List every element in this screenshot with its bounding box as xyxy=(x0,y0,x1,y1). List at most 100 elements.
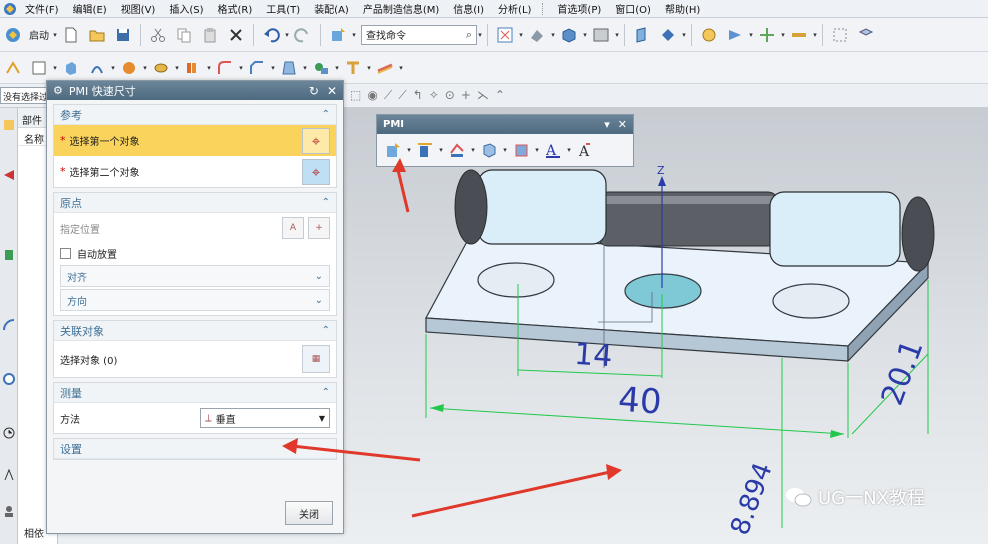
show-hide-icon[interactable] xyxy=(657,24,679,46)
view-orient-dropdown[interactable]: ▾ xyxy=(582,24,588,46)
hole-icon[interactable] xyxy=(150,57,172,79)
origin-section-header[interactable]: 原点 ⌃ xyxy=(54,193,336,213)
snap-view-dropdown[interactable]: ▾ xyxy=(748,24,754,46)
revolve-dropdown[interactable]: ▾ xyxy=(110,57,116,79)
reset-icon[interactable]: ↻ xyxy=(309,84,319,98)
menu-window[interactable]: 窗口(O) xyxy=(608,1,658,16)
measurement-section-header[interactable]: 测量 ⌃ xyxy=(54,383,336,403)
datum-dropdown[interactable]: ▾ xyxy=(52,57,58,79)
hinge-knuckle-right[interactable] xyxy=(769,191,901,267)
snap-quadrant-icon[interactable]: + xyxy=(461,88,471,103)
select-all-icon[interactable]: ◉ xyxy=(367,88,377,103)
assembly-navigator-tab-icon[interactable] xyxy=(2,118,16,132)
extrude-icon[interactable] xyxy=(60,57,82,79)
analysis-icon[interactable] xyxy=(698,24,720,46)
trim-dropdown[interactable]: ▾ xyxy=(366,57,372,79)
start-dropdown[interactable]: ▾ xyxy=(52,24,58,46)
chevron-down-icon[interactable]: ⌄ xyxy=(322,443,330,454)
pmi-linear-dropdown[interactable]: ▾ xyxy=(438,139,444,161)
menu-file[interactable]: 文件(F) xyxy=(18,1,66,16)
pin-end-right[interactable] xyxy=(901,196,935,272)
dim-8-894-text[interactable]: 8.894 xyxy=(725,459,779,539)
menu-pmi[interactable]: 产品制造信息(M) xyxy=(356,1,446,16)
show-hide-dropdown[interactable]: ▾ xyxy=(681,24,687,46)
menu-edit[interactable]: 编辑(E) xyxy=(66,1,114,16)
start-icon[interactable] xyxy=(2,24,24,46)
snap-intersection-icon[interactable]: ✧ xyxy=(429,88,439,103)
pmi-note-icon[interactable]: A xyxy=(542,139,564,161)
delete-icon[interactable] xyxy=(225,24,247,46)
chevron-down-icon[interactable]: ⌄ xyxy=(315,295,323,306)
sketch-icon[interactable] xyxy=(2,57,24,79)
hole-dropdown[interactable]: ▾ xyxy=(174,57,180,79)
dim-14-text[interactable]: 14 xyxy=(573,337,614,375)
select-objects-row[interactable]: 选择对象 (0) ▦ xyxy=(54,341,336,377)
auto-place-row[interactable]: 自动放置 xyxy=(54,243,336,263)
edge-blend-icon[interactable] xyxy=(214,57,236,79)
menu-analysis[interactable]: 分析(L) xyxy=(491,1,538,16)
pmi-datum-dropdown[interactable]: ▾ xyxy=(502,139,508,161)
datum-plane-icon[interactable] xyxy=(28,57,50,79)
menu-format[interactable]: 格式(R) xyxy=(211,1,260,16)
pmi-note-dropdown[interactable]: ▾ xyxy=(566,139,572,161)
hinge-knuckle-left[interactable] xyxy=(477,169,607,245)
snap-midpoint-icon[interactable]: ⟋ xyxy=(398,88,406,103)
select-first-object-row[interactable]: * 选择第一个对象 ⌖ xyxy=(54,125,336,156)
chevron-up-icon[interactable]: ⌃ xyxy=(322,197,330,208)
chevron-up-icon[interactable]: ⌃ xyxy=(322,109,330,120)
snap-tangent-icon[interactable]: ↰ xyxy=(413,88,423,103)
specify-location-row[interactable]: 指定位置 A + xyxy=(54,213,336,243)
part-navigator-tab-icon[interactable] xyxy=(2,248,16,262)
pmi-toolbar-options-icon[interactable]: ▾ xyxy=(604,118,610,131)
fit-view-icon[interactable] xyxy=(494,24,516,46)
pin-end-left[interactable] xyxy=(454,169,488,245)
save-icon[interactable] xyxy=(112,24,134,46)
start-label[interactable]: 启动 xyxy=(29,27,49,42)
menu-assemblies[interactable]: 装配(A) xyxy=(307,1,356,16)
pmi-dimension-dropdown[interactable]: ▾ xyxy=(406,139,412,161)
snap-existing-icon[interactable]: ⌃ xyxy=(495,88,505,103)
constraint-navigator-tab-icon[interactable] xyxy=(2,168,16,182)
edge-blend-dropdown[interactable]: ▾ xyxy=(238,57,244,79)
redo-icon[interactable] xyxy=(292,24,314,46)
layer-settings-icon[interactable] xyxy=(855,24,877,46)
search-dropdown[interactable]: ▾ xyxy=(477,24,483,46)
pmi-surface-finish-icon[interactable] xyxy=(510,139,532,161)
snap-view-icon[interactable] xyxy=(724,24,746,46)
origin-tool-icon[interactable]: A xyxy=(282,217,304,239)
revolve-icon[interactable] xyxy=(86,57,108,79)
select-region-icon[interactable]: ⬚ xyxy=(350,88,361,103)
new-file-icon[interactable] xyxy=(60,24,82,46)
associated-objects-header[interactable]: 关联对象 ⌃ xyxy=(54,321,336,341)
cut-icon[interactable] xyxy=(147,24,169,46)
background-icon[interactable] xyxy=(590,24,612,46)
chamfer-dropdown[interactable]: ▾ xyxy=(270,57,276,79)
feature-more-icon[interactable] xyxy=(374,57,396,79)
render-style-dropdown[interactable]: ▾ xyxy=(550,24,556,46)
pmi-linear-dimension-icon[interactable] xyxy=(414,139,436,161)
dim-40-text[interactable]: 40 xyxy=(617,380,663,423)
unite-dropdown[interactable]: ▾ xyxy=(142,57,148,79)
menu-help[interactable]: 帮助(H) xyxy=(658,1,707,16)
chevron-down-icon[interactable]: ⌄ xyxy=(315,271,323,282)
unite-icon[interactable] xyxy=(118,57,140,79)
menu-view[interactable]: 视图(V) xyxy=(114,1,163,16)
settings-section-header[interactable]: 设置 ⌄ xyxy=(54,439,336,459)
wcs-dropdown[interactable]: ▾ xyxy=(780,24,786,46)
method-select[interactable]: ⟂ 垂直 ▼ xyxy=(200,408,330,428)
origin-crosshair-icon[interactable]: + xyxy=(308,217,330,239)
reuse-library-tab-icon[interactable] xyxy=(2,468,16,482)
dropdown-arrow-icon[interactable]: ▼ xyxy=(319,414,325,423)
search-icon[interactable]: ⌕ xyxy=(466,28,472,42)
plate-hole-right[interactable] xyxy=(772,283,850,319)
offset-dropdown[interactable]: ▾ xyxy=(334,57,340,79)
pmi-surface-dropdown[interactable]: ▾ xyxy=(534,139,540,161)
type-filter-select[interactable]: 没有选择过滤器 xyxy=(0,87,48,104)
snap-center-icon[interactable]: ⊙ xyxy=(445,88,455,103)
close-button[interactable]: 关闭 xyxy=(285,501,333,525)
draft-dropdown[interactable]: ▾ xyxy=(302,57,308,79)
pattern-icon[interactable] xyxy=(182,57,204,79)
crosshair-icon[interactable]: ⌖ xyxy=(302,127,330,154)
chevron-up-icon[interactable]: ⌃ xyxy=(322,387,330,398)
pmi-datum-icon[interactable] xyxy=(478,139,500,161)
